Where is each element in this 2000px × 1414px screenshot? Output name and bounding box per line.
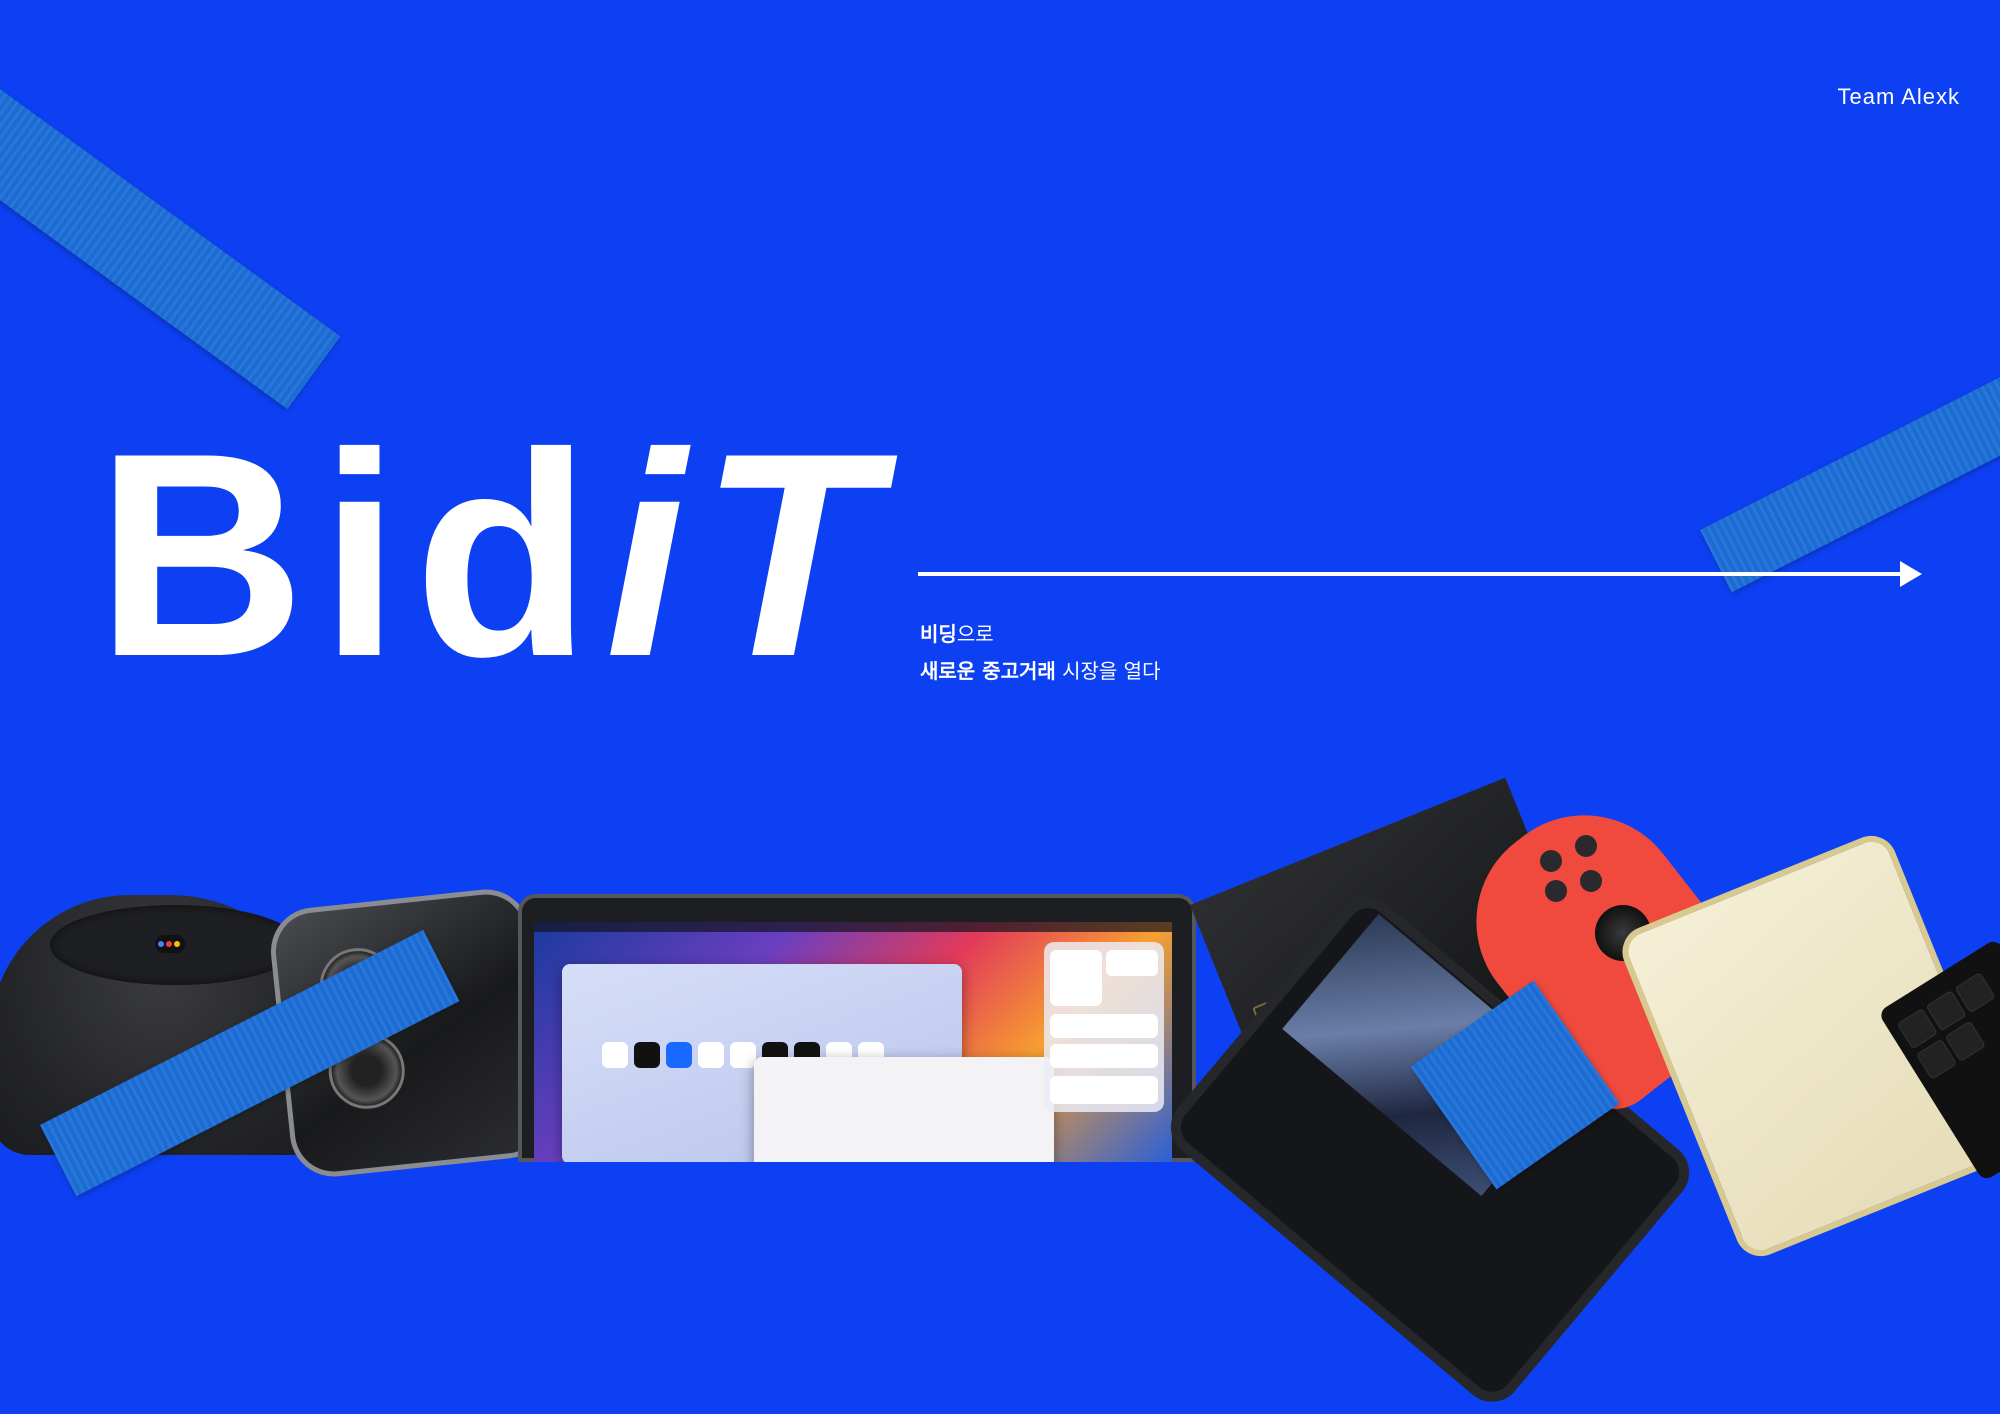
tagline-2-rest: 시장을 열다 (1055, 659, 1161, 683)
tape-top-left (0, 60, 341, 410)
favorite-icon (634, 1042, 660, 1068)
apple-icon (602, 1042, 628, 1068)
arrow-right-icon (1900, 561, 1922, 587)
speaker-light-icon (155, 935, 185, 953)
favorite-icon (730, 1042, 756, 1068)
arrow-line (918, 572, 1918, 576)
messages-window (754, 1057, 1054, 1162)
tagline-1-bold: 비딩 (920, 622, 957, 646)
laptop-screen (534, 922, 1172, 1162)
tape-right (1700, 339, 2000, 593)
controller-button-icon (1540, 850, 1562, 872)
favorite-icon (698, 1042, 724, 1068)
control-center-panel (1044, 942, 1164, 1112)
tagline-2-bold: 새로운 중고거래 (920, 659, 1056, 683)
logo-part-it: iT (605, 393, 891, 717)
controller-button-icon (1580, 870, 1602, 892)
mac-menubar (534, 922, 1172, 932)
tagline-1-rest: 으로 (956, 622, 994, 646)
behance-icon (666, 1042, 692, 1068)
team-name: Team Alexk (1837, 84, 1960, 109)
controller-button-icon (1545, 880, 1567, 902)
bidit-logo: BidiT (96, 410, 891, 700)
tagline-line-2: 새로운 중고거래 시장을 열다 (920, 655, 1160, 684)
tagline-line-1: 비딩으로 (920, 618, 994, 647)
controller-button-icon (1575, 835, 1597, 857)
logo-part-bid: Bid (96, 393, 606, 717)
